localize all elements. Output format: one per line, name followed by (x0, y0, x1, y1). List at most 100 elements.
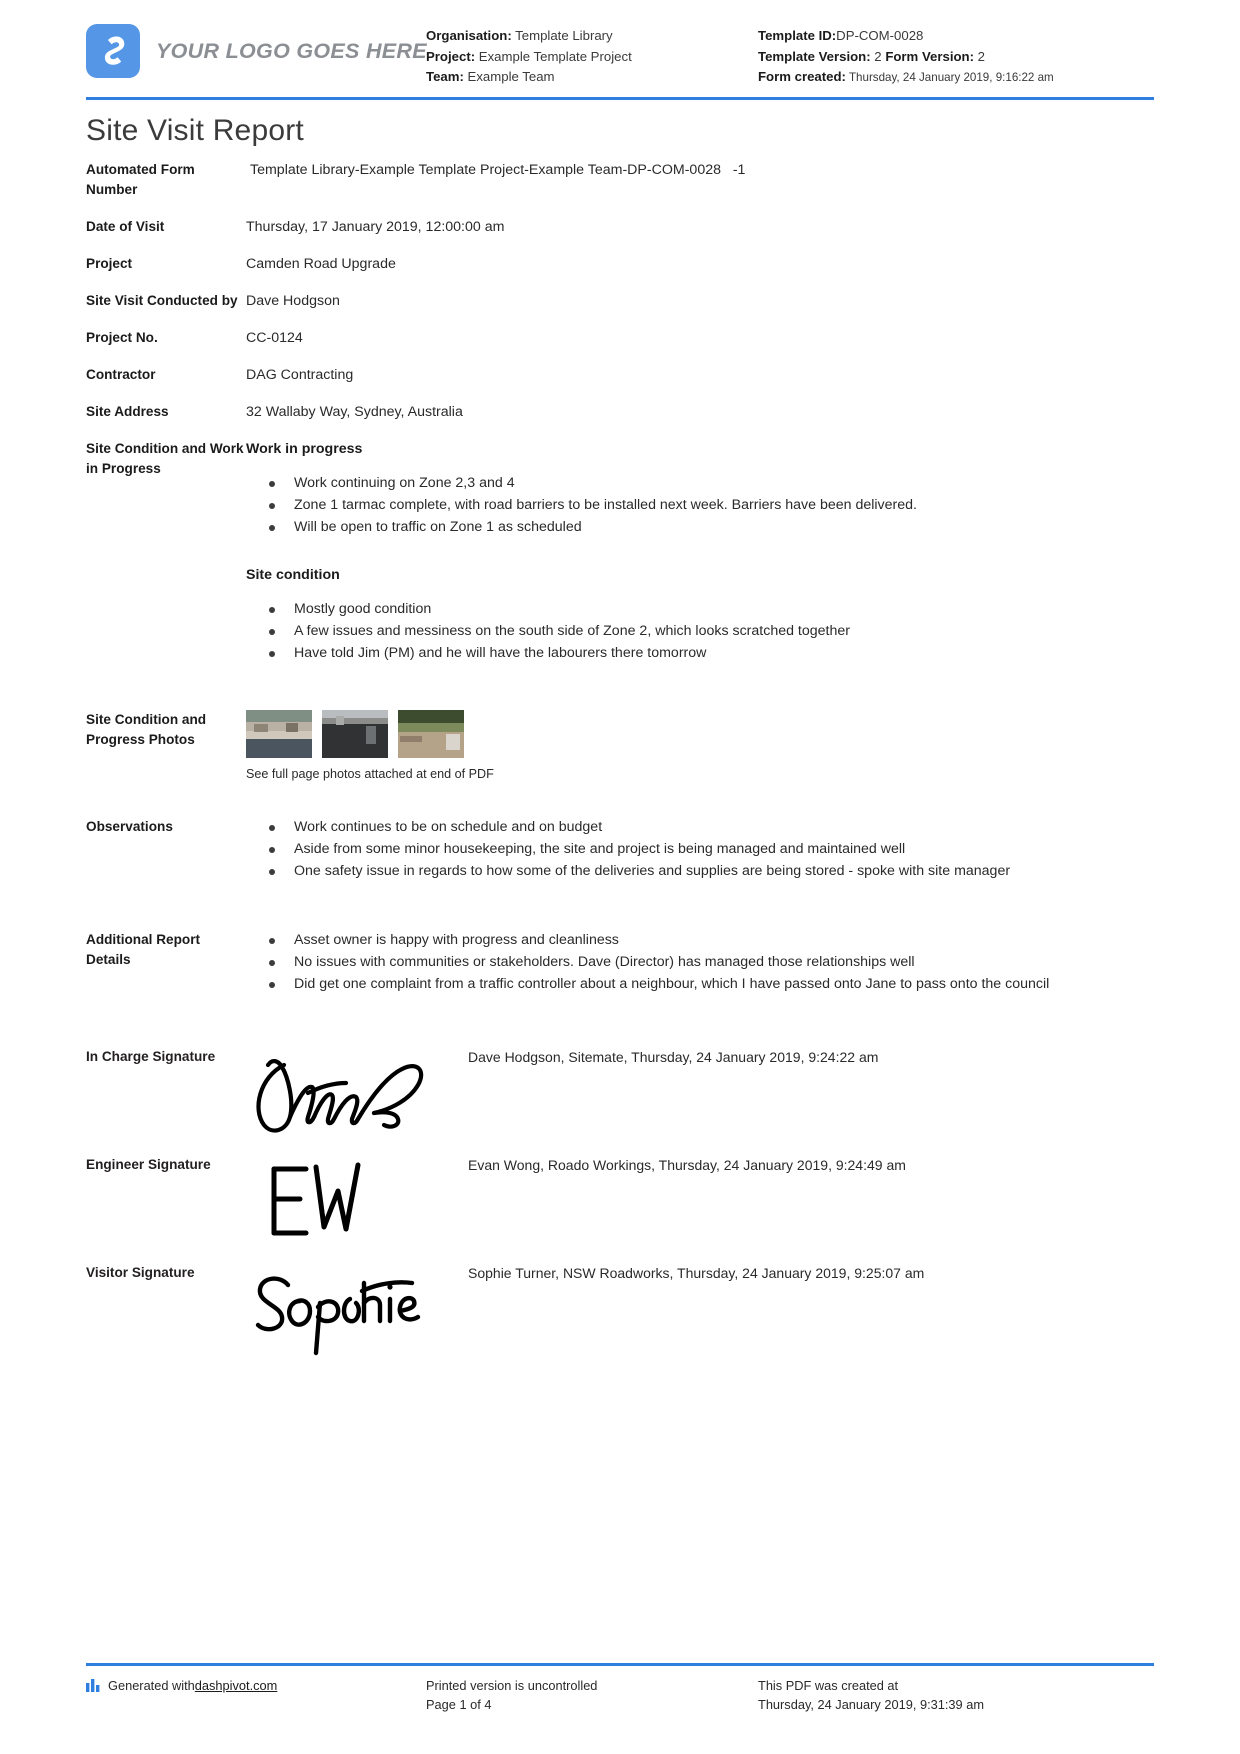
signature-label: Visitor Signature (86, 1265, 195, 1280)
signature-in-charge: In Charge Signature Dave Hodgson, Sitema… (86, 1047, 1154, 1149)
signature-visitor: Visitor Signature Sophie Turner, NSW Roa… (86, 1263, 1154, 1365)
field-date-of-visit: Date of Visit Thursday, 17 January 2019,… (86, 217, 1154, 237)
field-value: DAG Contracting (246, 367, 354, 383)
page-title: Site Visit Report (86, 114, 304, 147)
company-logo-icon (86, 24, 140, 78)
field-label: Site Visit Conducted by (86, 293, 238, 308)
signature-label: Engineer Signature (86, 1157, 211, 1172)
field-label: Site Condition and Work in Progress (86, 441, 244, 476)
site-photo-thumbnail[interactable] (246, 710, 312, 758)
field-automated-form-number: Automated Form Number Template Library-E… (86, 160, 1154, 200)
header-team-label: Team: (426, 69, 464, 84)
site-condition-list: Mostly good condition A few issues and m… (246, 599, 1154, 664)
field-label: Project No. (86, 330, 158, 345)
list-item: Mostly good condition (269, 599, 1154, 620)
logo-block: YOUR LOGO GOES HERE (86, 18, 427, 78)
field-site-address: Site Address 32 Wallaby Way, Sydney, Aus… (86, 402, 1154, 422)
bar-chart-icon (86, 1678, 101, 1697)
photos-caption: See full page photos attached at end of … (246, 767, 494, 781)
header-project-label: Project: (426, 48, 476, 64)
header-template-id: Template ID:DP-COM-0028 (758, 26, 1154, 47)
list-item: No issues with communities or stakeholde… (269, 952, 1154, 973)
header-team-value: Example Team (467, 69, 555, 84)
header-form-created: Form created: Thursday, 24 January 2019,… (758, 67, 1154, 89)
field-label: Contractor (86, 367, 156, 382)
header-organisation-label: Organisation: (426, 28, 512, 43)
field-value: Dave Hodgson (246, 293, 340, 309)
header-template-version-value: 2 (874, 48, 882, 64)
observations-list: Work continues to be on schedule and on … (246, 817, 1154, 882)
header-form-version-value: 2 (977, 48, 985, 64)
document-page: YOUR LOGO GOES HERE Organisation: Templa… (0, 0, 1240, 1754)
footer-divider (86, 1663, 1154, 1666)
document-footer: Generated with dashpivot.com Printed ver… (86, 1663, 1154, 1714)
header-organisation: Organisation: Template Library (426, 26, 758, 47)
signature-engineer: Engineer Signature Evan Wong, Roado Work… (86, 1155, 1154, 1257)
field-conducted-by: Site Visit Conducted by Dave Hodgson (86, 291, 1154, 311)
footer-page-number: Page 1 of 4 (426, 1697, 492, 1712)
field-value: Template Library-Example Template Projec… (250, 162, 746, 178)
header-organisation-value: Template Library (515, 28, 613, 43)
header-template-id-label: Template ID: (758, 28, 837, 43)
field-project: Project Camden Road Upgrade (86, 254, 1154, 274)
header-project: Project: Example Template Project (426, 47, 758, 68)
footer-created-at: This PDF was created at Thursday, 24 Jan… (758, 1676, 1154, 1714)
field-label: Date of Visit (86, 219, 165, 234)
work-in-progress-list: Work continuing on Zone 2,3 and 4 Zone 1… (246, 473, 1154, 538)
photo-thumbnails (246, 710, 1154, 758)
sophie-signature-icon (246, 1263, 468, 1359)
field-value: Work in progress Work continuing on Zone… (246, 439, 1154, 665)
list-item: One safety issue in regards to how some … (269, 861, 1154, 882)
field-label: Additional Report Details (86, 932, 201, 967)
field-label: Site Address (86, 404, 169, 419)
logo-text: YOUR LOGO GOES HERE (156, 38, 427, 63)
list-item: Have told Jim (PM) and he will have the … (269, 643, 1154, 664)
list-item: Will be open to traffic on Zone 1 as sch… (269, 517, 1154, 538)
list-item: Did get one complaint from a traffic con… (269, 974, 1154, 995)
field-label: Automated Form Number (86, 162, 195, 197)
document-header: YOUR LOGO GOES HERE Organisation: Templa… (86, 0, 1154, 92)
additional-details-list: Asset owner is happy with progress and c… (246, 930, 1154, 995)
site-condition-heading: Site condition (246, 567, 340, 583)
signature-label: In Charge Signature (86, 1049, 216, 1064)
footer-created-line2: Thursday, 24 January 2019, 9:31:39 am (758, 1697, 984, 1712)
header-project-value: Example Template Project (478, 48, 632, 64)
field-value: Thursday, 17 January 2019, 12:00:00 am (246, 219, 505, 235)
footer-printed-notice: Printed version is uncontrolled Page 1 o… (426, 1676, 758, 1714)
field-value: Asset owner is happy with progress and c… (246, 930, 1154, 996)
header-versions: Template Version: 2 Form Version: 2 (758, 47, 1154, 68)
signature-meta: Sophie Turner, NSW Roadworks, Thursday, … (468, 1265, 925, 1281)
camm-signature-icon (246, 1047, 468, 1143)
header-meta-right: Template ID:DP-COM-0028 Template Version… (758, 18, 1154, 89)
field-observations: Observations Work continues to be on sch… (86, 817, 1154, 883)
field-project-no: Project No. CC-0124 (86, 328, 1154, 348)
header-template-version-label: Template Version: (758, 48, 871, 64)
field-label: Observations (86, 819, 173, 834)
field-value: CC-0124 (246, 330, 303, 346)
field-label: Site Condition and Progress Photos (86, 712, 207, 747)
site-photo-thumbnail[interactable] (322, 710, 388, 758)
ew-signature-icon (246, 1155, 468, 1251)
header-form-created-value: Thursday, 24 January 2019, 9:16:22 am (848, 71, 1054, 84)
signature-meta: Dave Hodgson, Sitemate, Thursday, 24 Jan… (468, 1049, 879, 1065)
list-item: Work continues to be on schedule and on … (269, 817, 1154, 838)
signature-meta: Evan Wong, Roado Workings, Thursday, 24 … (468, 1157, 906, 1173)
field-value: Work continues to be on schedule and on … (246, 817, 1154, 883)
site-photo-thumbnail[interactable] (398, 710, 464, 758)
work-in-progress-heading: Work in progress (246, 441, 363, 457)
footer-printed-line1: Printed version is uncontrolled (426, 1678, 598, 1693)
list-item: Work continuing on Zone 2,3 and 4 (269, 473, 1154, 494)
header-meta-left: Organisation: Template Library Project: … (426, 18, 758, 88)
list-item: A few issues and messiness on the south … (269, 621, 1154, 642)
footer-generated-prefix: Generated with (108, 1678, 195, 1693)
header-template-id-value: DP-COM-0028 (836, 28, 924, 43)
field-additional-report-details: Additional Report Details Asset owner is… (86, 930, 1154, 996)
header-team: Team: Example Team (426, 67, 758, 88)
field-site-condition-and-work: Site Condition and Work in Progress Work… (86, 439, 1154, 665)
header-form-version-label: Form Version: (885, 48, 974, 64)
field-value: See full page photos attached at end of … (246, 710, 1154, 784)
dashpivot-link[interactable]: dashpivot.com (195, 1676, 278, 1695)
field-label: Project (86, 256, 133, 271)
field-site-photos: Site Condition and Progress Photos See f… (86, 710, 1154, 784)
header-form-created-label: Form created: (758, 69, 846, 84)
